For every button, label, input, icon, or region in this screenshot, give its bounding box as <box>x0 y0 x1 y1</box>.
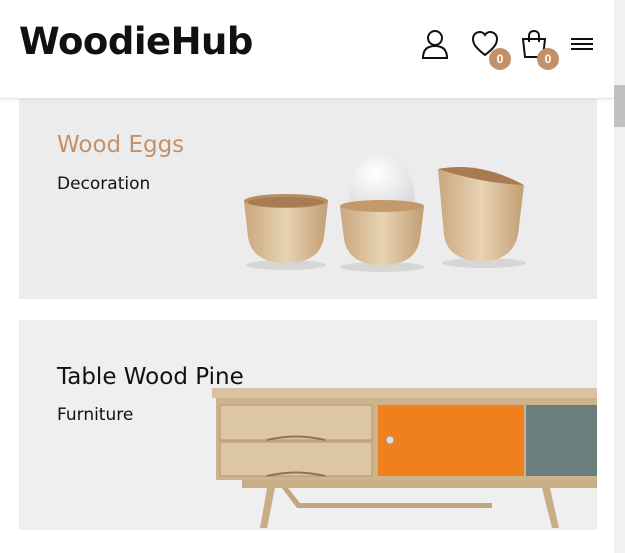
scrollbar-thumb[interactable] <box>614 85 625 127</box>
banner-subtitle: Decoration <box>57 174 151 194</box>
scrollbar[interactable] <box>614 0 625 553</box>
table-wood-pine-image <box>212 388 597 528</box>
menu-icon[interactable] <box>568 28 596 60</box>
wishlist-count-badge: 0 <box>489 48 511 70</box>
site-logo[interactable]: WoodieHub <box>19 20 253 63</box>
banner-title[interactable]: Wood Eggs <box>57 132 184 158</box>
banner-table-wood-pine[interactable]: Table Wood Pine Furniture <box>19 320 597 530</box>
site-header: WoodieHub 0 0 <box>0 0 614 99</box>
banner-subtitle: Furniture <box>57 405 134 425</box>
banner-wood-eggs[interactable]: Wood Eggs Decoration <box>19 99 597 299</box>
cart-count-badge: 0 <box>537 48 559 70</box>
wood-eggs-image <box>244 153 526 272</box>
banner-title[interactable]: Table Wood Pine <box>57 364 244 390</box>
user-icon[interactable] <box>420 28 450 60</box>
